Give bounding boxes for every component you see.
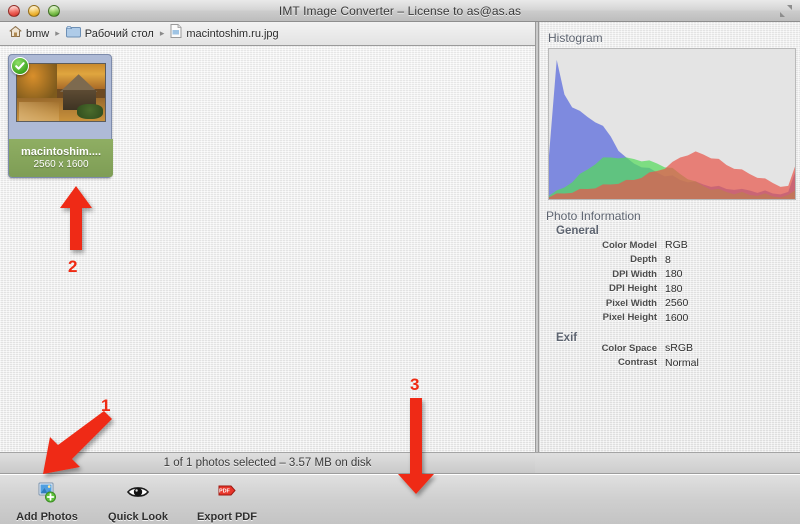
breadcrumb-separator-1: ▸ xyxy=(55,28,60,38)
file-jpg-icon xyxy=(170,24,182,43)
breadcrumb-label-folder: Рабочий стол xyxy=(84,27,154,40)
property-key: Pixel Width xyxy=(605,297,657,309)
table-row: Pixel Width 2560 xyxy=(540,296,800,311)
bottom-toolbar: Add Photos Quick Look PDF Export PDF xyxy=(0,474,800,524)
histogram-chart xyxy=(548,48,796,200)
property-value: sRGB xyxy=(665,342,694,355)
general-section-title: General xyxy=(556,225,599,237)
status-bar: 1 of 1 photos selected – 3.57 MB on disk xyxy=(0,452,535,474)
home-icon xyxy=(9,25,22,43)
app-window: IMT Image Converter – License to as@as.a… xyxy=(0,0,800,524)
quick-look-button[interactable]: Quick Look xyxy=(93,481,183,523)
histogram-svg xyxy=(549,59,795,199)
property-value: 180 xyxy=(665,268,683,281)
table-row: Color Space sRGB xyxy=(540,341,800,356)
table-row: Contrast Normal xyxy=(540,356,800,371)
breadcrumb-item-file[interactable]: macintoshim.ru.jpg xyxy=(170,24,279,43)
property-value: 180 xyxy=(665,282,683,295)
panel-splitter[interactable] xyxy=(535,22,539,452)
photo-thumbnail[interactable]: macintoshim.... 2560 x 1600 xyxy=(8,54,113,178)
export-pdf-label: Export PDF xyxy=(197,511,257,523)
property-key: DPI Height xyxy=(608,283,657,295)
property-value: 2560 xyxy=(665,297,689,310)
histogram-title: Histogram xyxy=(548,31,603,45)
pdf-icon: PDF xyxy=(215,481,239,508)
checkmark-icon[interactable] xyxy=(11,57,29,75)
add-photos-label: Add Photos xyxy=(16,511,78,523)
photo-information-title: Photo Information xyxy=(546,209,641,223)
status-text: 1 of 1 photos selected – 3.57 MB on disk xyxy=(163,457,372,469)
breadcrumb: bmw ▸ Рабочий стол ▸ macintoshim.ru.jpg xyxy=(0,22,535,46)
window-controls xyxy=(8,5,60,17)
table-row: DPI Width 180 xyxy=(540,267,800,282)
property-key: DPI Width xyxy=(612,268,657,280)
table-row: Pixel Height 1600 xyxy=(540,311,800,326)
exif-properties-table: Color Space sRGB Contrast Normal xyxy=(540,341,800,370)
thumbnail-caption: macintoshim.... 2560 x 1600 xyxy=(9,139,113,177)
inspector-footer-bar xyxy=(535,452,800,474)
eye-icon xyxy=(126,481,150,508)
table-row: Depth 8 xyxy=(540,253,800,268)
general-properties-table: Color Model RGB Depth 8 DPI Width 180 DP… xyxy=(540,238,800,325)
property-value: Normal xyxy=(665,356,699,369)
breadcrumb-item-home[interactable]: bmw xyxy=(9,25,49,43)
minimize-button[interactable] xyxy=(28,5,40,17)
breadcrumb-label-home: bmw xyxy=(26,27,50,40)
property-key: Depth xyxy=(630,254,657,266)
folder-icon xyxy=(65,25,81,43)
quick-look-label: Quick Look xyxy=(108,511,168,523)
thumbnail-image xyxy=(16,63,106,122)
property-value: RGB xyxy=(665,239,688,252)
table-row: DPI Height 180 xyxy=(540,282,800,297)
property-value: 8 xyxy=(665,253,671,266)
close-button[interactable] xyxy=(8,5,20,17)
breadcrumb-item-folder[interactable]: Рабочий стол xyxy=(65,25,154,43)
property-key: Color Model xyxy=(602,239,657,251)
title-bar: IMT Image Converter – License to as@as.a… xyxy=(0,0,800,22)
add-photos-icon xyxy=(35,481,59,508)
property-key: Contrast xyxy=(617,357,657,369)
property-key: Color Space xyxy=(601,342,657,354)
window-title: IMT Image Converter – License to as@as.a… xyxy=(278,3,522,18)
svg-text:PDF: PDF xyxy=(219,488,230,494)
photo-browser-area[interactable]: macintoshim.... 2560 x 1600 xyxy=(0,46,535,452)
property-key: Pixel Height xyxy=(602,312,657,324)
inspector-panel: Histogram Photo Information General Colo… xyxy=(540,22,800,452)
fullscreen-arrows-icon[interactable] xyxy=(778,3,794,19)
thumbnail-dimensions: 2560 x 1600 xyxy=(33,159,89,170)
property-value: 1600 xyxy=(665,311,689,324)
zoom-button[interactable] xyxy=(48,5,60,17)
add-photos-button[interactable]: Add Photos xyxy=(2,481,92,523)
export-pdf-button[interactable]: PDF Export PDF xyxy=(182,481,272,523)
breadcrumb-label-file: macintoshim.ru.jpg xyxy=(186,27,279,40)
table-row: Color Model RGB xyxy=(540,238,800,253)
breadcrumb-separator-2: ▸ xyxy=(159,28,165,38)
thumbnail-filename: macintoshim.... xyxy=(20,146,102,158)
